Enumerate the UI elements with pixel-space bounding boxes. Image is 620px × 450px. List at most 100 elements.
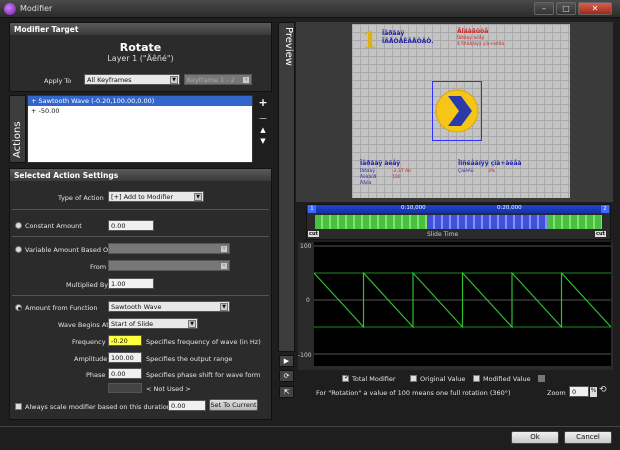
slide-text: 100 <box>392 175 401 180</box>
timeline-ruler[interactable] <box>307 205 610 213</box>
chevron-down-icon: ▼ <box>220 245 228 253</box>
modified-value-label: Modified Value <box>483 375 531 383</box>
amount-from-function-radio[interactable] <box>15 304 22 311</box>
minimize-button[interactable]: – <box>534 2 554 15</box>
always-scale-input[interactable]: 0.00 <box>168 400 206 411</box>
divider <box>12 209 269 210</box>
phase-input[interactable]: 0.00 <box>108 368 142 379</box>
frequency-label: Frequency <box>72 338 106 346</box>
always-scale-checkbox[interactable] <box>15 403 22 410</box>
original-value-checkbox[interactable] <box>410 375 417 382</box>
type-of-action-select[interactable]: [+] Add to Modifier ▼ <box>108 191 204 202</box>
keyframe-marker-start[interactable]: 1 <box>308 205 316 213</box>
actions-list[interactable]: + Sawtooth Wave (-0.20,100.00,0.00) + -5… <box>27 95 253 163</box>
slide-text: Çàïèñü <box>458 169 474 174</box>
list-item[interactable]: + Sawtooth Wave (-0.20,100.00,0.00) <box>28 96 252 106</box>
ok-button[interactable]: Ok <box>511 431 559 444</box>
divider <box>12 295 269 296</box>
graph-legend: ✓ Total Modifier Original Value Modified… <box>298 372 613 402</box>
always-scale-label: Always scale modifier based on this dura… <box>25 403 173 411</box>
chevron-down-icon: ▼ <box>242 76 250 84</box>
original-value-label: Original Value <box>420 375 466 383</box>
slide-text: å Ïîñëåäíÿÿ çïà+àëåà <box>457 42 505 47</box>
multiplied-by-input[interactable]: 1.00 <box>108 278 154 289</box>
frequency-input[interactable]: -0.20 <box>108 335 142 346</box>
actions-tab[interactable]: Actions <box>9 95 26 163</box>
timeline[interactable]: 1 0:10,000 0:20,000 2 cut cut Slide Time <box>306 204 611 240</box>
modifier-graph[interactable] <box>314 242 611 366</box>
window-title: Modifier <box>20 4 53 13</box>
slide-number: 1 <box>362 28 378 54</box>
not-used-label: < Not Used > <box>146 385 191 393</box>
preview-tab[interactable]: Preview <box>278 22 295 352</box>
slide-time-label: Slide Time <box>427 231 459 238</box>
slide-canvas: 1 Ïåðâàÿ ÏÂÅÒÅÊÂÅÒÂÒ. Äîáàâüòå Ïåðâàÿ àë… <box>352 24 570 198</box>
phase-label: Phase <box>86 371 106 379</box>
frequency-help: Specifies frequency of wave (in Hz) <box>146 338 261 346</box>
selected-action-settings-panel: Selected Action Settings Type of Action … <box>9 168 272 420</box>
slide-text: -2.37 Ab <box>392 169 412 174</box>
apply-to-select[interactable]: All Keyframes ▼ <box>84 74 180 85</box>
y-axis-max: 100 <box>300 243 312 250</box>
function-select[interactable]: Sawtooth Wave ▼ <box>108 301 230 312</box>
other-value-checkbox[interactable] <box>538 375 545 382</box>
variable-amount-select[interactable]: ▼ <box>108 243 230 254</box>
zoom-label: Zoom <box>547 389 566 397</box>
move-down-button[interactable]: ▼ <box>256 137 270 148</box>
target-title: Rotate <box>119 41 162 54</box>
loop-icon[interactable]: ⟳ <box>279 370 294 382</box>
cancel-button[interactable]: Cancel <box>564 431 612 444</box>
slide-text: 3% <box>488 169 496 174</box>
slide-text: Ïåðâàÿ <box>382 30 405 37</box>
constant-amount-radio[interactable] <box>15 222 22 229</box>
from-label: From <box>90 263 107 271</box>
wave-begins-select[interactable]: Start of Slide ▼ <box>108 318 198 329</box>
set-to-current-button[interactable]: Set To Current <box>209 399 258 411</box>
from-select[interactable]: ▼ <box>108 260 230 271</box>
slide-duration-bar[interactable] <box>427 215 547 229</box>
list-item[interactable]: + -50.00 <box>28 106 252 116</box>
maximize-button[interactable]: □ <box>556 2 576 15</box>
type-of-action-label: Type of Action <box>58 194 104 202</box>
y-axis-zero: 0 <box>306 297 310 304</box>
keyframe-marker-end[interactable]: 2 <box>601 205 609 213</box>
time-label: 0:10,000 <box>401 205 426 211</box>
chevron-down-icon: ▼ <box>220 262 228 270</box>
modifier-target-header: Modifier Target <box>10 23 271 35</box>
actions-toolbar: + − ▲ ▼ <box>256 96 270 162</box>
zoom-input[interactable]: 0 <box>569 386 589 397</box>
cursor-tool-icon[interactable]: ⇱ <box>279 386 294 398</box>
add-action-button[interactable]: + <box>256 96 270 112</box>
slide-text: Äåëà <box>360 181 372 186</box>
phase-help: Specifies phase shift for wave form <box>146 371 261 379</box>
close-button[interactable]: ✕ <box>578 2 612 15</box>
slide-text: ÏÂÅÒÅÊÂÅÒÂÒ. <box>382 38 434 45</box>
variable-amount-radio[interactable] <box>15 246 22 253</box>
amplitude-label: Amplitude <box>74 355 108 363</box>
remove-action-button[interactable]: − <box>256 112 270 126</box>
zoom-unit: % <box>590 387 597 397</box>
play-button[interactable]: ▶ <box>279 355 294 367</box>
chevron-down-icon: ▼ <box>220 303 228 311</box>
graph-panel: 100 0 -100 <box>298 242 613 370</box>
chevron-down-icon: ▼ <box>194 193 202 201</box>
zoom-reset-icon[interactable]: ⟲ <box>599 385 607 395</box>
constant-amount-input[interactable]: 0.00 <box>108 220 154 231</box>
move-up-button[interactable]: ▲ <box>256 126 270 137</box>
chevron-down-icon: ▼ <box>170 76 178 84</box>
modified-value-checkbox[interactable] <box>473 375 480 382</box>
y-axis-min: -100 <box>298 352 312 359</box>
constant-amount-label: Constant Amount <box>25 222 82 230</box>
slide-text: Ïåðâàÿ àëåÿ <box>457 36 485 41</box>
keyframe-select[interactable]: Keyframe 1 - 2 ▼ <box>184 74 252 85</box>
chevron-down-icon: ▼ <box>188 320 196 328</box>
preview-area: 1 Ïåðâàÿ ÏÂÅÒÅÊÂÅÒÂÒ. Äîáàâüòå Ïåðâàÿ àë… <box>296 22 613 202</box>
multiplied-by-label: Multiplied By <box>66 281 109 289</box>
amplitude-help: Specifies the output range <box>146 355 233 363</box>
amplitude-input[interactable]: 100.00 <box>108 352 142 363</box>
slide-text: Ïåðâàÿ <box>360 169 376 174</box>
slide-text: Äîáàâüòå <box>457 28 489 35</box>
slide-text: Ïîñëåäíÿÿ çïà+àëåà <box>458 160 522 167</box>
apply-to-label: Apply To <box>44 77 72 85</box>
time-label: 0:20,000 <box>497 205 522 211</box>
